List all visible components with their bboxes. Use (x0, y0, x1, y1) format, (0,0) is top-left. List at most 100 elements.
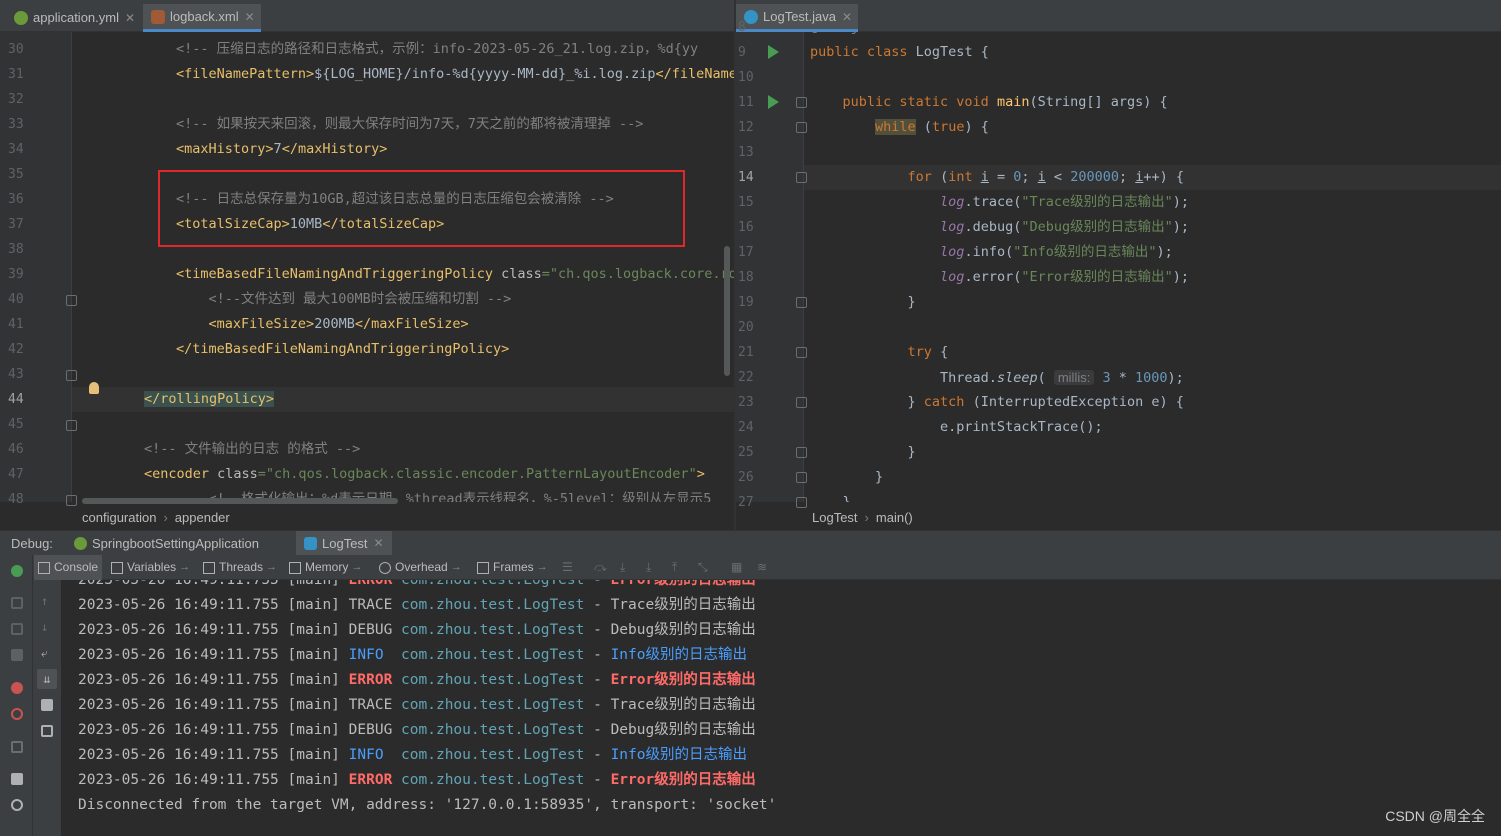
run-to-cursor-icon[interactable]: ⤡ (694, 555, 712, 580)
print-icon[interactable] (41, 699, 53, 711)
console-line[interactable]: 2023-05-26 16:49:11.755 [main] ERROR com… (78, 668, 756, 693)
code-line[interactable]: <!-- 压缩日志的路径和日志格式，示例：info-2023-05-26_21.… (72, 37, 734, 62)
console-line[interactable]: 2023-05-26 16:49:11.755 [main] INFO com.… (78, 743, 747, 768)
force-step-into-icon[interactable]: ⤓ (642, 555, 655, 580)
console-line[interactable]: 2023-05-26 16:49:11.755 [main] DEBUG com… (78, 618, 756, 643)
horizontal-scrollbar[interactable] (82, 498, 398, 504)
breadcrumb-item[interactable]: main() (876, 510, 913, 525)
stop-icon[interactable] (11, 649, 23, 661)
fold-icon[interactable] (796, 122, 807, 133)
camera-icon[interactable] (11, 741, 23, 753)
menu-icon[interactable]: ☰ (558, 555, 577, 580)
code-line[interactable] (72, 362, 734, 387)
code-line[interactable]: <!-- 文件输出的日志 的格式 --> (72, 437, 734, 462)
code-line[interactable]: log.trace("Trace级别的日志输出"); (804, 190, 1501, 215)
gear-icon[interactable] (11, 799, 23, 811)
code-line[interactable]: <maxFileSize>200MB</maxFileSize> (72, 312, 734, 337)
step-into-icon[interactable]: ⤓ (616, 555, 629, 580)
console-output[interactable]: 2023-05-26 16:49:11.755 [main] ERROR com… (62, 580, 1501, 836)
code-line[interactable]: <encoder class="ch.qos.logback.classic.e… (72, 462, 734, 487)
fold-icon[interactable] (796, 297, 807, 308)
code-area[interactable]: @Slf4jpublic class LogTest { public stat… (804, 32, 1501, 502)
fold-icon[interactable] (66, 420, 77, 431)
code-line[interactable]: log.debug("Debug级别的日志输出"); (804, 215, 1501, 240)
tab-logback-xml[interactable]: logback.xml ✕ (143, 4, 261, 32)
console-line[interactable]: 2023-05-26 16:49:11.755 [main] ERROR com… (78, 580, 756, 593)
code-line[interactable]: e.printStackTrace(); (804, 415, 1501, 440)
console-line[interactable]: 2023-05-26 16:49:11.755 [main] TRACE com… (78, 593, 756, 618)
fold-icon[interactable] (66, 495, 77, 506)
debug-session-tab[interactable]: LogTest ✕ (296, 531, 392, 556)
fold-icon[interactable] (796, 347, 807, 358)
step-over-icon[interactable]: ⤼ (590, 555, 611, 580)
left-editor[interactable]: application.yml ✕ logback.xml ✕ 30 31 32 33… (0, 0, 734, 530)
fold-icon[interactable] (796, 397, 807, 408)
console-line[interactable]: 2023-05-26 16:49:11.755 [main] ERROR com… (78, 768, 756, 793)
tab-logtest-java[interactable]: LogTest.java ✕ (736, 4, 859, 32)
debug-session-tab[interactable]: SpringbootSettingApplication (66, 531, 267, 556)
code-line[interactable]: public static void main(String[] args) { (804, 90, 1501, 115)
step-out-icon[interactable]: ⤒ (668, 555, 681, 580)
code-line[interactable] (72, 412, 734, 437)
memory-tab[interactable]: Memory → (285, 555, 366, 580)
code-line[interactable]: log.info("Info级别的日志输出"); (804, 240, 1501, 265)
code-line[interactable]: <!-- 如果按天来回滚，则最大保存时间为7天，7天之前的都将被清理掉 --> (72, 112, 734, 137)
code-line[interactable]: try { (804, 340, 1501, 365)
threads-tab[interactable]: Threads → (199, 555, 281, 580)
trace-icon[interactable]: ≋ (753, 555, 771, 580)
code-line[interactable]: } (804, 490, 1501, 502)
code-line[interactable]: <timeBasedFileNamingAndTriggeringPolicy … (72, 262, 734, 287)
run-gutter-icon[interactable] (768, 95, 779, 109)
fold-icon[interactable] (66, 370, 77, 381)
overhead-tab[interactable]: Overhead → (375, 555, 466, 580)
code-line[interactable]: <fileNamePattern>${LOG_HOME}/info-%d{yyy… (72, 62, 734, 87)
tab-application-yml[interactable]: application.yml ✕ (6, 4, 141, 31)
breadcrumb-item[interactable]: LogTest (812, 510, 858, 525)
fold-icon[interactable] (66, 295, 77, 306)
evaluate-icon[interactable]: ▦ (727, 555, 746, 580)
code-line[interactable]: @Slf4j (804, 32, 1501, 40)
code-line[interactable]: <!--文件达到 最大100MB时会被压缩和切割 --> (72, 287, 734, 312)
run-gutter-icon[interactable] (768, 45, 779, 59)
code-line[interactable] (804, 140, 1501, 165)
close-icon[interactable]: ✕ (842, 10, 852, 24)
fold-icon[interactable] (796, 97, 807, 108)
close-icon[interactable]: ✕ (245, 10, 255, 24)
code-line[interactable]: while (true) { (804, 115, 1501, 140)
soft-wrap-icon[interactable]: ⤶ (41, 647, 53, 659)
code-line[interactable]: } (804, 465, 1501, 490)
console-line[interactable]: 2023-05-26 16:49:11.755 [main] DEBUG com… (78, 718, 756, 743)
code-line[interactable]: </timeBasedFileNamingAndTriggeringPolicy… (72, 337, 734, 362)
debug-bug-icon[interactable] (11, 565, 23, 577)
code-area[interactable]: <!-- 压缩日志的路径和日志格式，示例：info-2023-05-26_21.… (72, 32, 734, 502)
scroll-down-icon[interactable]: ↓ (41, 621, 53, 633)
code-line[interactable]: for (int i = 0; i < 200000; i++) { (804, 165, 1501, 190)
right-editor[interactable]: LogTest.java ✕ 8 9 10 11 12 13 14 15 16 17 18 19 20 2… (736, 0, 1501, 530)
scroll-up-icon[interactable]: ↑ (41, 595, 53, 607)
pause-icon[interactable] (11, 623, 23, 635)
fold-icon[interactable] (796, 497, 807, 508)
code-line[interactable]: } catch (InterruptedException e) { (804, 390, 1501, 415)
console-line[interactable]: 2023-05-26 16:49:11.755 [main] TRACE com… (78, 693, 756, 718)
code-line[interactable]: public class LogTest { (804, 40, 1501, 65)
close-icon[interactable]: ✕ (125, 11, 135, 25)
frames-tab[interactable]: Frames → (473, 555, 552, 580)
console-line[interactable]: 2023-05-26 16:49:11.755 [main] INFO com.… (78, 643, 747, 668)
vertical-scrollbar[interactable] (724, 246, 730, 376)
lightbulb-icon[interactable] (89, 382, 99, 394)
view-breakpoints-icon[interactable] (11, 682, 23, 694)
resume-icon[interactable] (11, 597, 23, 609)
code-line[interactable]: Thread.sleep( millis: 3 * 1000); (804, 365, 1501, 390)
breadcrumb-item[interactable]: appender (175, 510, 230, 525)
variables-tab[interactable]: Variables → (107, 555, 194, 580)
code-line[interactable]: } (804, 290, 1501, 315)
console-tab[interactable]: Console (34, 555, 103, 580)
mute-breakpoints-icon[interactable] (11, 708, 23, 720)
fold-icon[interactable] (796, 472, 807, 483)
code-line[interactable] (804, 65, 1501, 90)
code-line[interactable]: log.error("Error级别的日志输出"); (804, 265, 1501, 290)
trash-icon[interactable] (41, 725, 53, 737)
code-line[interactable] (72, 87, 734, 112)
code-line[interactable]: } (804, 440, 1501, 465)
code-line[interactable]: <maxHistory>7</maxHistory> (72, 137, 734, 162)
